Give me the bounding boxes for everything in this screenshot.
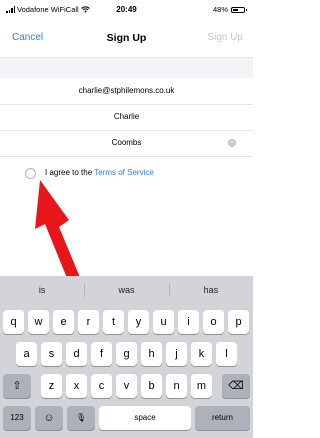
key-i[interactable]: i xyxy=(178,310,199,334)
microphone-key[interactable]: 🎙 xyxy=(67,406,95,430)
key-u[interactable]: u xyxy=(153,310,174,334)
return-key[interactable]: return xyxy=(195,406,250,430)
suggestion-item[interactable]: was xyxy=(84,276,168,304)
shift-key[interactable]: ⇧ xyxy=(3,374,31,398)
key-h[interactable]: h xyxy=(141,342,162,366)
key-w[interactable]: w xyxy=(28,310,49,334)
space-key[interactable]: space xyxy=(99,406,191,430)
key-c[interactable]: c xyxy=(91,374,112,398)
key-d[interactable]: d xyxy=(66,342,87,366)
key-g[interactable]: g xyxy=(116,342,137,366)
key-s[interactable]: s xyxy=(41,342,62,366)
key-l[interactable]: l xyxy=(216,342,237,366)
emoji-key[interactable]: ☺ xyxy=(35,406,63,430)
key-v[interactable]: v xyxy=(116,374,137,398)
key-x[interactable]: x xyxy=(66,374,87,398)
key-m[interactable]: m xyxy=(191,374,212,398)
suggestion-item[interactable]: has xyxy=(168,276,253,304)
key-j[interactable]: j xyxy=(166,342,187,366)
suggestion-item[interactable]: is xyxy=(0,276,84,304)
key-q[interactable]: q xyxy=(3,310,24,334)
key-b[interactable]: b xyxy=(141,374,162,398)
key-f[interactable]: f xyxy=(91,342,112,366)
key-y[interactable]: y xyxy=(128,310,149,334)
key-e[interactable]: e xyxy=(53,310,74,334)
on-screen-keyboard: is was has q w e r t y u i o p a s d f g… xyxy=(0,276,253,438)
key-k[interactable]: k xyxy=(191,342,212,366)
key-z[interactable]: z xyxy=(41,374,62,398)
predictive-text-bar: is was has xyxy=(0,276,253,304)
key-n[interactable]: n xyxy=(166,374,187,398)
delete-key[interactable]: ⌫ xyxy=(222,374,250,398)
key-p[interactable]: p xyxy=(228,310,249,334)
key-a[interactable]: a xyxy=(16,342,37,366)
key-t[interactable]: t xyxy=(103,310,124,334)
key-o[interactable]: o xyxy=(203,310,224,334)
numbers-key[interactable]: 123 xyxy=(3,406,31,430)
key-r[interactable]: r xyxy=(78,310,99,334)
